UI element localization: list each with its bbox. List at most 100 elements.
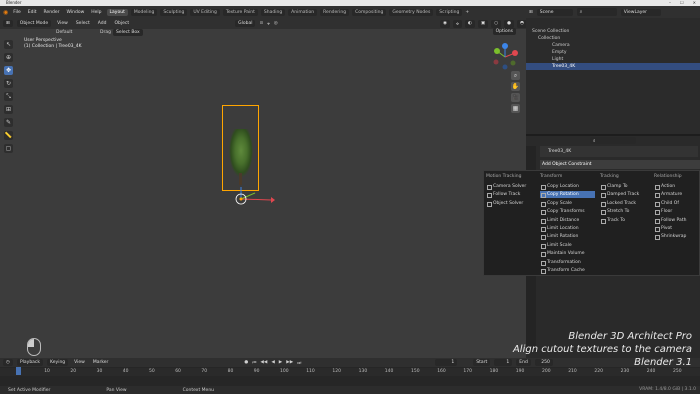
- timeline-menu-marker[interactable]: Marker: [91, 360, 111, 365]
- scene-icon[interactable]: ⊞: [529, 10, 533, 15]
- measure-tool-icon[interactable]: 📏: [4, 131, 13, 140]
- play-icon[interactable]: ▶: [279, 360, 282, 365]
- prev-key-icon[interactable]: ◀◀: [260, 360, 267, 365]
- annotate-tool-icon[interactable]: ✎: [4, 118, 13, 127]
- menu-edit[interactable]: Edit: [26, 10, 39, 15]
- jump-end-icon[interactable]: ⏭: [297, 360, 301, 366]
- menu-window[interactable]: Window: [65, 10, 87, 15]
- constraint-transformation[interactable]: Transformation: [540, 259, 581, 266]
- tab-animation[interactable]: Animation: [288, 8, 318, 16]
- constraint-limit-location[interactable]: Limit Location: [540, 225, 579, 232]
- constraint-camera-solver[interactable]: Camera Solver: [486, 183, 526, 190]
- navigation-gizmo-icon[interactable]: [488, 43, 522, 71]
- scale-tool-icon[interactable]: ⤡: [4, 92, 13, 101]
- constraint-follow-path[interactable]: Follow Path: [654, 217, 686, 224]
- drag-select-dropdown[interactable]: Select Box: [113, 29, 143, 36]
- constraint-limit-rotation[interactable]: Limit Rotation: [540, 233, 578, 241]
- select-tool-icon[interactable]: ↖: [4, 40, 13, 49]
- pivot-icon[interactable]: ⊙: [259, 21, 263, 26]
- constraint-shrinkwrap[interactable]: Shrinkwrap: [654, 233, 686, 241]
- xray-icon[interactable]: ▣: [477, 20, 489, 28]
- constraint-limit-scale[interactable]: Limit Scale: [540, 242, 572, 249]
- tab-layout[interactable]: Layout: [106, 8, 128, 16]
- outliner-row-light[interactable]: Light: [526, 56, 700, 63]
- constraint-copy-scale[interactable]: Copy Scale: [540, 200, 572, 207]
- tab-uv-editing[interactable]: UV Editing: [190, 8, 220, 16]
- blender-logo-icon[interactable]: ◉: [3, 9, 8, 16]
- constraint-clamp-to[interactable]: Clamp To: [600, 183, 628, 190]
- constraint-child-of[interactable]: Child Of: [654, 200, 679, 207]
- menu-file[interactable]: File: [11, 10, 23, 15]
- menu-help[interactable]: Help: [89, 10, 103, 15]
- constraint-track-to[interactable]: Track To: [600, 217, 625, 224]
- transform-tool-icon[interactable]: ⊞: [4, 105, 13, 114]
- outliner-row-camera[interactable]: Camera: [526, 42, 700, 49]
- tab-rendering[interactable]: Rendering: [320, 8, 350, 16]
- play-reverse-icon[interactable]: ◀: [271, 360, 274, 365]
- constraint-copy-transforms[interactable]: Copy Transforms: [540, 208, 585, 216]
- transform-orientation[interactable]: Global: [235, 20, 256, 27]
- gizmo-toggle-icon[interactable]: ⟡: [452, 20, 462, 28]
- editor-type-button[interactable]: ⊞: [3, 20, 13, 27]
- outliner-row-collection[interactable]: Collection: [526, 35, 700, 42]
- solid-shading-icon[interactable]: ●: [504, 20, 514, 28]
- constraint-limit-distance[interactable]: Limit Distance: [540, 217, 579, 224]
- playhead[interactable]: [16, 367, 21, 375]
- overlay-icon[interactable]: ◐: [464, 20, 475, 28]
- constraint-copy-location[interactable]: Copy Location: [540, 183, 579, 190]
- 3d-viewport[interactable]: ⊞ Object Mode View Select Add Object Glo…: [0, 18, 540, 358]
- timeline-menu-playback[interactable]: Playback: [16, 359, 44, 366]
- scene-search[interactable]: ⌕: [576, 8, 617, 16]
- timeline-menu-view[interactable]: View: [72, 360, 87, 365]
- viewport-menu-add[interactable]: Add: [96, 21, 109, 26]
- current-frame-field[interactable]: 1: [435, 359, 458, 366]
- menu-render[interactable]: Render: [42, 10, 62, 15]
- constraint-floor[interactable]: Floor: [654, 208, 672, 216]
- viewport-menu-select[interactable]: Select: [74, 21, 92, 26]
- next-key-icon[interactable]: ▶▶: [286, 360, 293, 365]
- constraint-pivot[interactable]: Pivot: [654, 225, 672, 232]
- ortho-toggle-icon[interactable]: ▦: [511, 104, 520, 113]
- zoom-icon[interactable]: ⌕: [511, 71, 520, 80]
- move-tool-icon[interactable]: ✥: [4, 66, 13, 75]
- add-workspace-button[interactable]: +: [465, 10, 469, 15]
- scene-selector[interactable]: Scene: [536, 8, 573, 16]
- proportional-icon[interactable]: ◎: [274, 21, 278, 26]
- tab-modeling[interactable]: Modeling: [130, 8, 158, 16]
- outliner-row-empty[interactable]: Empty: [526, 49, 700, 56]
- tab-sculpting[interactable]: Sculpting: [160, 8, 188, 16]
- start-frame-field[interactable]: 1: [494, 359, 513, 366]
- viewport-menu-object[interactable]: Object: [112, 21, 131, 26]
- constraint-maintain-volume[interactable]: Maintain Volume: [540, 250, 585, 258]
- camera-view-icon[interactable]: 🎥: [511, 93, 520, 102]
- constraint-stretch-to[interactable]: Stretch To: [600, 208, 629, 216]
- add-cube-tool-icon[interactable]: ▢: [4, 144, 13, 153]
- viewlayer-selector[interactable]: ViewLayer: [620, 8, 661, 16]
- viewport-menu-view[interactable]: View: [55, 21, 70, 26]
- outliner-row-scene[interactable]: Scene Collection: [526, 28, 700, 35]
- constraint-armature[interactable]: Armature: [654, 191, 682, 199]
- constraint-follow-track[interactable]: Follow Track: [486, 191, 520, 199]
- tab-compositing[interactable]: Compositing: [352, 8, 387, 16]
- constraint-transform-cache[interactable]: Transform Cache: [540, 267, 585, 274]
- transform-gizmo-icon[interactable]: [233, 187, 277, 211]
- mode-selector[interactable]: Object Mode: [16, 20, 52, 27]
- tab-texture-paint[interactable]: Texture Paint: [222, 8, 258, 16]
- timeline-editor-type[interactable]: ◷: [3, 359, 13, 366]
- outliner-row-tree[interactable]: Tree03_4K: [526, 63, 700, 70]
- constraint-object-solver[interactable]: Object Solver: [486, 200, 523, 207]
- constraint-action[interactable]: Action: [654, 183, 675, 190]
- tab-shading[interactable]: Shading: [260, 8, 286, 16]
- visibility-icon[interactable]: ◉: [440, 20, 450, 28]
- snap-icon[interactable]: ⌖: [267, 21, 270, 27]
- wireframe-shading-icon[interactable]: ○: [491, 20, 502, 28]
- constraint-copy-rotation[interactable]: Copy Rotation: [540, 191, 595, 199]
- tab-geometry-nodes[interactable]: Geometry Nodes: [389, 8, 434, 16]
- options-dropdown[interactable]: Options: [492, 28, 516, 35]
- jump-start-icon[interactable]: ⏮: [252, 360, 256, 366]
- constraint-locked-track[interactable]: Locked Track: [600, 200, 636, 207]
- constraint-damped-track[interactable]: Damped Track: [600, 191, 639, 199]
- rotate-tool-icon[interactable]: ↻: [4, 79, 13, 88]
- record-button[interactable]: ●: [244, 360, 248, 365]
- properties-search[interactable]: ⌕: [590, 137, 636, 144]
